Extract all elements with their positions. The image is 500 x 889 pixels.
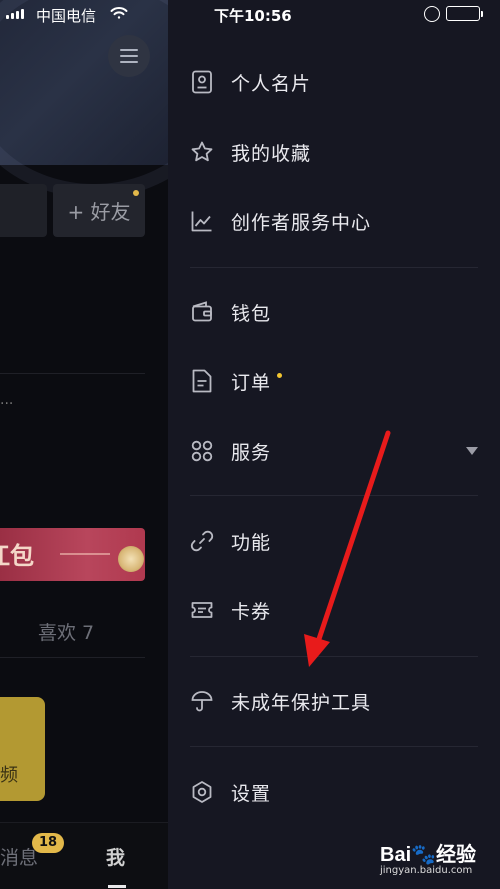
video-card-label: 频 [0,765,18,786]
tab-likes[interactable]: 喜欢 7 [38,618,94,645]
menu-item-minor-protection[interactable]: 未成年保护工具 [190,683,500,719]
baidu-jingyan-watermark: Bai🐾经验 jingyan.baidu.com [380,844,477,876]
rotation-lock-icon [424,6,440,22]
bottom-tab-bar: 消息 18 我 [0,822,168,889]
truncated-text: ... [0,392,14,408]
menu-item-label: 创作者服务中心 [231,211,372,234]
wallet-icon [190,300,214,324]
chevron-down-icon[interactable] [466,447,478,455]
hamburger-menu-button[interactable] [108,35,150,77]
menu-item-label: 个人名片 [231,72,312,95]
coin-icon [118,546,144,572]
menu-item-label: 服务 [231,441,272,464]
menu-item-favorites[interactable]: 我的收藏 [190,134,500,170]
link-icon [190,529,214,553]
red-packet-banner[interactable]: 江包 [0,528,145,581]
menu-item-business-card[interactable]: 个人名片 [190,64,500,100]
chart-line-icon [190,209,214,233]
new-indicator-dot [277,372,283,378]
paw-logo-icon: 🐾 [411,844,437,866]
ticket-icon [190,598,214,622]
divider [190,746,478,747]
notification-dot [133,190,139,196]
gear-icon [190,780,214,804]
divider [190,656,478,657]
divider [190,267,478,268]
menu-item-creator-center[interactable]: 创作者服务中心 [190,203,500,239]
tab-me[interactable]: 我 [106,843,125,870]
order-document-icon [190,369,214,393]
status-bar: 中国电信 下午10:56 [0,0,500,28]
menu-item-features[interactable]: 功能 [190,523,500,559]
video-card[interactable]: 频 [0,697,45,801]
contact-card-icon [190,70,214,94]
messages-badge: 18 [32,833,65,853]
umbrella-icon [190,689,214,713]
menu-item-label: 卡券 [231,600,272,623]
divider [190,495,478,496]
background-profile-page: + 好友 ... 江包 喜欢 7 频 消息 18 我 [0,0,168,889]
battery-icon [446,6,480,21]
menu-item-label: 未成年保护工具 [231,691,372,714]
add-friend-label: + 好友 [67,200,131,224]
menu-item-orders[interactable]: 订单 [190,363,500,399]
side-drawer: 个人名片 我的收藏 创作者服务中心 钱包 订单 服务 功能 卡券 未成年保护工具… [168,0,500,889]
add-friend-button[interactable]: + 好友 [53,184,145,237]
menu-item-label: 功能 [231,531,272,554]
menu-item-services[interactable]: 服务 [190,433,500,469]
star-icon [190,140,214,164]
carrier-name: 中国电信 [36,7,97,25]
services-grid-icon [190,439,214,463]
menu-item-label: 我的收藏 [231,142,312,165]
menu-item-wallet[interactable]: 钱包 [190,294,500,330]
red-packet-label: 江包 [0,542,34,570]
menu-item-label: 钱包 [231,302,272,325]
active-tab-indicator [108,885,126,888]
cellular-signal-icon [6,9,24,19]
edit-profile-button[interactable] [0,184,47,237]
menu-item-label: 设置 [231,782,272,805]
wifi-icon [110,7,128,19]
clock: 下午10:56 [214,7,292,25]
menu-item-settings[interactable]: 设置 [190,774,500,810]
menu-item-label: 订单 [231,371,272,394]
menu-item-coupons[interactable]: 卡券 [190,592,500,628]
